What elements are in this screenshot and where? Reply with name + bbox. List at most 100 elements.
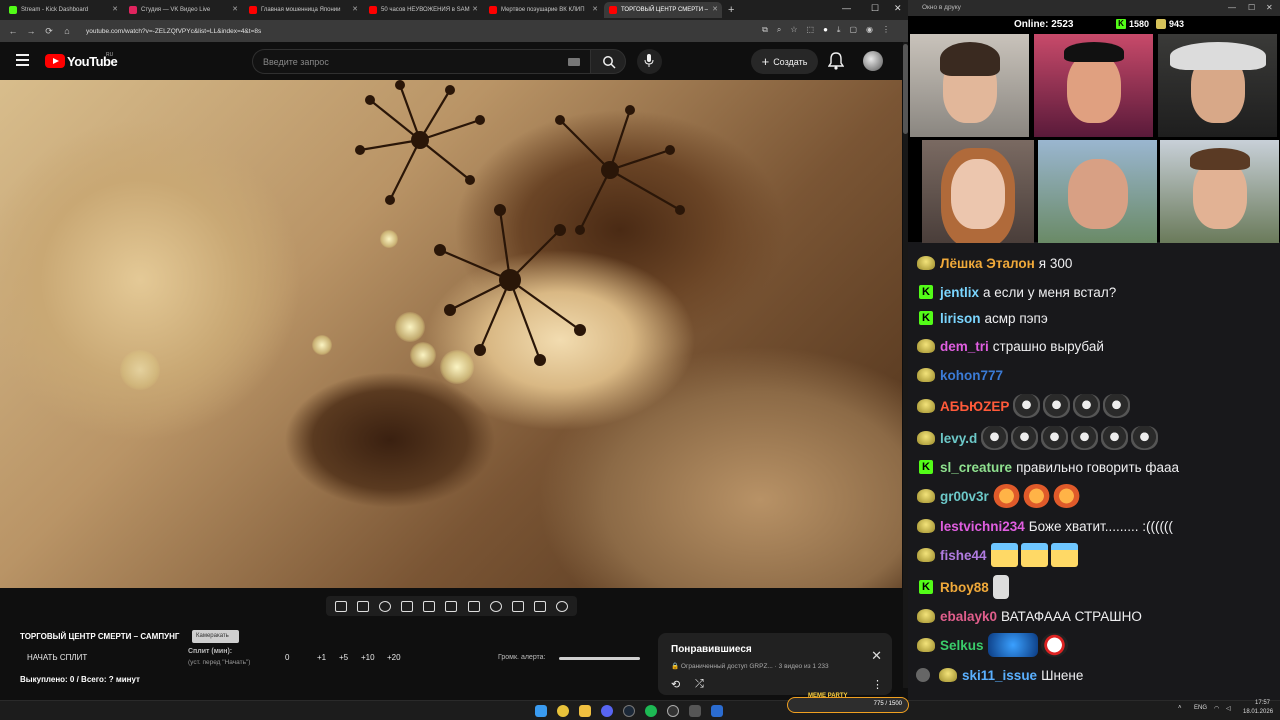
- minimize-icon[interactable]: —: [1228, 3, 1236, 12]
- tab-kick-dashboard[interactable]: Stream - Kick Dashboard ✕: [4, 2, 122, 18]
- chat-username[interactable]: jentlix: [940, 285, 979, 300]
- voice-search-button[interactable]: [637, 49, 662, 74]
- clock-time[interactable]: 17:57: [1255, 700, 1270, 706]
- hamburger-menu-icon[interactable]: [16, 54, 29, 69]
- kick-platform-icon: K: [916, 577, 936, 597]
- chat-username[interactable]: dem_tri: [940, 339, 989, 354]
- screen-view-icon[interactable]: [401, 600, 414, 612]
- start-split-button[interactable]: НАЧАТЬ СПЛИТ: [27, 653, 87, 662]
- tab-vk-studio[interactable]: Студия — VK Видео Live ✕: [124, 2, 242, 18]
- wifi-icon[interactable]: ◠: [1214, 705, 1219, 712]
- chat-username[interactable]: lirison: [940, 311, 981, 326]
- screenshot-camera-icon[interactable]: [533, 600, 546, 612]
- new-tab-button[interactable]: +: [728, 4, 734, 16]
- chat-text: страшно вырубай: [992, 338, 1104, 354]
- back-icon[interactable]: ←: [8, 26, 18, 36]
- chat-username[interactable]: lestvichni234: [940, 519, 1025, 534]
- split-plus-10-button[interactable]: +10: [361, 653, 375, 662]
- tab-youtube-active[interactable]: ТОРГОВЫЙ ЦЕНТР СМЕРТИ – ✕: [604, 2, 722, 18]
- split-view-icon[interactable]: ▢: [849, 25, 857, 35]
- maximize-icon[interactable]: ☐: [871, 3, 879, 14]
- split-plus-20-button[interactable]: +20: [387, 653, 401, 662]
- keyboard-icon[interactable]: [568, 58, 580, 66]
- tray-chevron-icon[interactable]: ˄: [1178, 705, 1182, 711]
- search-input[interactable]: Введите запрос: [252, 49, 590, 74]
- broadcast-icon[interactable]: [379, 600, 392, 612]
- tab-youtube-3[interactable]: Мертвое поэушарие ВК КЛИП ✕: [484, 2, 602, 18]
- close-icon[interactable]: ✕: [871, 648, 882, 664]
- chat-username[interactable]: Rboy88: [940, 580, 989, 595]
- search-button[interactable]: [590, 49, 626, 74]
- close-icon[interactable]: ✕: [472, 5, 478, 13]
- home-icon[interactable]: ⌂: [62, 26, 72, 36]
- steam-icon[interactable]: [623, 705, 635, 717]
- close-icon[interactable]: ✕: [352, 5, 358, 13]
- clock-date[interactable]: 18.01.2026: [1243, 709, 1273, 715]
- account-avatar[interactable]: [863, 51, 883, 71]
- youtube-logo-icon[interactable]: [45, 54, 65, 68]
- volume-icon[interactable]: ◁: [1226, 705, 1231, 712]
- subtitles-icon[interactable]: [467, 600, 480, 612]
- record-icon[interactable]: ●: [823, 25, 828, 35]
- split-plus-1-button[interactable]: +1: [317, 653, 326, 662]
- extensions-icon[interactable]: ⬚: [807, 25, 815, 35]
- chat-username[interactable]: sl_creature: [940, 460, 1012, 475]
- obs-icon[interactable]: [667, 705, 679, 717]
- chat-username[interactable]: fishe44: [940, 548, 987, 563]
- close-icon[interactable]: ✕: [112, 5, 118, 13]
- notifications-bell-icon[interactable]: [828, 52, 844, 70]
- chat-message: lestvichni234 Боже хватит......... :(((((…: [916, 513, 1272, 539]
- install-icon[interactable]: ⧉: [762, 25, 768, 35]
- more-options-icon[interactable]: ⋮: [872, 678, 883, 691]
- clapper-icon[interactable]: [423, 600, 436, 612]
- loop-icon[interactable]: [335, 600, 348, 612]
- picture-in-picture-icon[interactable]: [445, 600, 458, 612]
- zoom-icon[interactable]: ⌕: [777, 25, 781, 35]
- bookmark-star-icon[interactable]: ☆: [790, 25, 797, 35]
- chat-username[interactable]: kohon777: [940, 368, 1003, 383]
- download-icon[interactable]: ⤓: [837, 25, 841, 35]
- split-plus-5-button[interactable]: +5: [339, 653, 348, 662]
- forward-icon[interactable]: →: [26, 26, 36, 36]
- menu-icon[interactable]: ⋮: [882, 25, 890, 35]
- add-clip-icon[interactable]: [511, 600, 524, 612]
- loop-playlist-icon[interactable]: ⟲: [671, 678, 680, 691]
- discord-icon[interactable]: [601, 705, 613, 717]
- close-window-icon[interactable]: ✕: [894, 3, 902, 14]
- url-field[interactable]: youtube.com/watch?v=-ZELZQfVPYc&list=LL&…: [86, 28, 261, 35]
- maximize-icon[interactable]: ☐: [1248, 3, 1255, 12]
- chrome-icon[interactable]: [557, 705, 569, 717]
- settings-gear-icon[interactable]: [555, 600, 568, 612]
- close-window-icon[interactable]: ✕: [1266, 3, 1273, 12]
- meme-party-widget[interactable]: MEME PARTY 775 / 1500: [787, 693, 909, 713]
- sort-icon[interactable]: [357, 600, 370, 612]
- start-menu-icon[interactable]: [535, 705, 547, 717]
- chat-username[interactable]: АБЬЮZЕР: [940, 399, 1009, 414]
- close-icon[interactable]: ✕: [232, 5, 238, 13]
- language-indicator[interactable]: ENG: [1194, 705, 1207, 711]
- chat-username[interactable]: ski11_issue: [962, 668, 1037, 683]
- alert-volume-slider[interactable]: [559, 657, 640, 660]
- chat-username[interactable]: gr00v3r: [940, 489, 989, 504]
- chat-username[interactable]: ebalayk0: [940, 609, 997, 624]
- chat-username[interactable]: Selkus: [940, 638, 984, 653]
- chat-username[interactable]: levy.d: [940, 431, 977, 446]
- app-icon[interactable]: [689, 705, 701, 717]
- media-player-icon[interactable]: [711, 705, 723, 717]
- speed-icon[interactable]: [489, 600, 502, 612]
- playlist-title[interactable]: Понравившиеся: [671, 644, 752, 655]
- tab-youtube-2[interactable]: 50 часов НЕУВОЖЕНИЯ в SAM ✕: [364, 2, 482, 18]
- spotify-icon[interactable]: [645, 705, 657, 717]
- close-icon[interactable]: ✕: [592, 5, 598, 13]
- tab-youtube-1[interactable]: Главная мошенница Японии ✕: [244, 2, 362, 18]
- close-icon[interactable]: ✕: [712, 5, 718, 13]
- reload-icon[interactable]: ⟳: [44, 26, 54, 37]
- minimize-icon[interactable]: —: [842, 3, 851, 13]
- explorer-icon[interactable]: [579, 705, 591, 717]
- webcam-feed: [1160, 140, 1279, 243]
- shuffle-icon[interactable]: ⤮: [695, 678, 704, 691]
- create-button[interactable]: + Создать: [751, 49, 818, 74]
- chat-username[interactable]: Лёшка Эталон: [940, 256, 1035, 271]
- video-player[interactable]: [0, 80, 902, 588]
- profile-icon[interactable]: ◉: [866, 25, 873, 35]
